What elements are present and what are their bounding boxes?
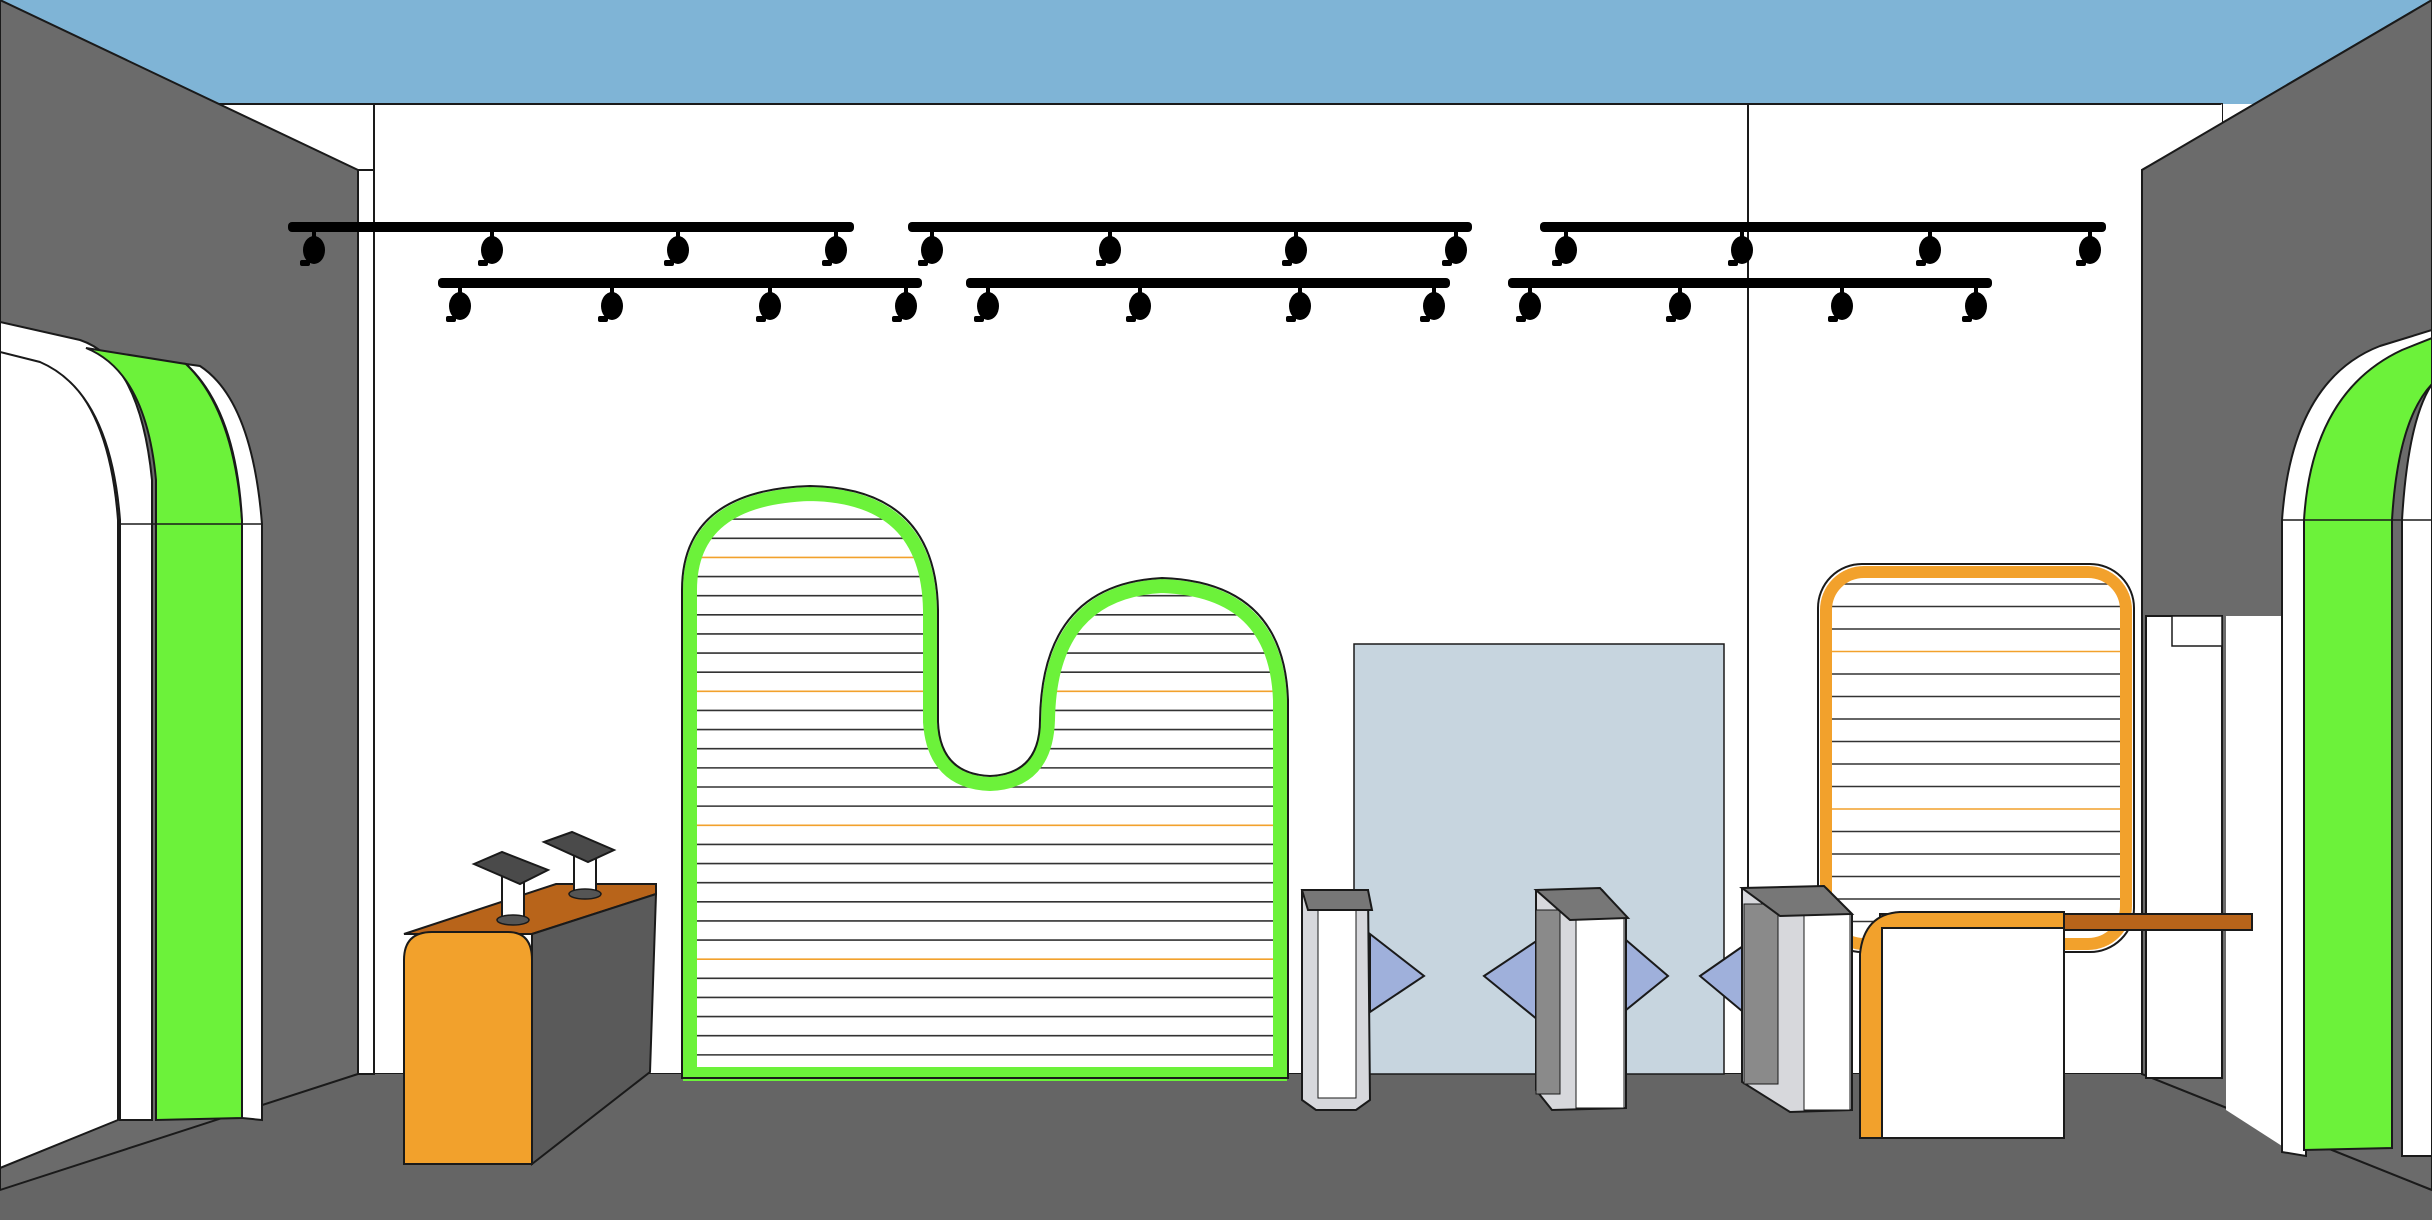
spotlight-lens <box>1282 260 1292 266</box>
store-entrance-scene <box>0 0 2432 1220</box>
spotlight-lens <box>1552 260 1562 266</box>
turnstile-left-top <box>1300 889 1374 911</box>
spotlight-lens <box>1096 260 1106 266</box>
spotlight-icon <box>667 236 689 264</box>
spotlight-lens <box>300 260 310 266</box>
spotlight-icon <box>1519 292 1541 320</box>
light-track-3 <box>1540 222 2106 232</box>
spotlight-icon <box>1919 236 1941 264</box>
spotlight-lens <box>892 316 902 322</box>
spotlight-icon <box>449 292 471 320</box>
turnstile-right-panel <box>1743 903 1779 1085</box>
spotlight-lens <box>974 316 984 322</box>
spotlight-lens <box>822 260 832 266</box>
spotlight-icon <box>1423 292 1445 320</box>
spotlight-icon <box>825 236 847 264</box>
right-door-inner <box>2171 615 2223 647</box>
turnstile-center-panel <box>1535 909 1561 1095</box>
light-track-4 <box>438 278 922 288</box>
left-arch-opening <box>0 348 119 1170</box>
spotlight-lens <box>598 316 608 322</box>
sky <box>0 0 2432 104</box>
spotlight-icon <box>1669 292 1691 320</box>
spotlight-icon <box>601 292 623 320</box>
spotlight-lens <box>1916 260 1926 266</box>
small-shutter-background <box>1826 572 2126 944</box>
spotlight-icon <box>1129 292 1151 320</box>
service-counter-body <box>1881 927 2065 1139</box>
kiosk-1-base <box>496 914 530 926</box>
spotlight-icon <box>1731 236 1753 264</box>
spotlight-lens <box>1126 316 1136 322</box>
spotlight-icon <box>2079 236 2101 264</box>
spotlight-lens <box>1420 316 1430 322</box>
spotlight-lens <box>1962 316 1972 322</box>
light-track-2 <box>908 222 1472 232</box>
spotlight-lens <box>1516 316 1526 322</box>
spotlight-icon <box>481 236 503 264</box>
spotlight-lens <box>1442 260 1452 266</box>
light-track-5 <box>966 278 1450 288</box>
spotlight-icon <box>1285 236 1307 264</box>
spotlight-lens <box>446 316 456 322</box>
spotlight-icon <box>977 292 999 320</box>
spotlight-lens <box>664 260 674 266</box>
spotlight-icon <box>1099 236 1121 264</box>
turnstile-left-panel <box>1317 901 1357 1099</box>
spotlight-icon <box>1965 292 1987 320</box>
spotlight-icon <box>921 236 943 264</box>
spotlight-lens <box>918 260 928 266</box>
right-door-frame <box>2145 615 2223 1079</box>
spotlight-icon <box>895 292 917 320</box>
spotlight-lens <box>1728 260 1738 266</box>
spotlight-lens <box>1666 316 1676 322</box>
light-track-6 <box>1508 278 1992 288</box>
kiosk-2-base <box>568 888 602 900</box>
right-door-jamb <box>2226 616 2282 1146</box>
spotlight-icon <box>759 292 781 320</box>
light-track-1 <box>288 222 854 232</box>
turnstile-right-face <box>1803 913 1851 1111</box>
spotlight-icon <box>1555 236 1577 264</box>
spotlight-lens <box>478 260 488 266</box>
spotlight-icon <box>1445 236 1467 264</box>
floor <box>0 1074 2432 1220</box>
spotlight-lens <box>2076 260 2086 266</box>
counter-front <box>403 931 533 1165</box>
spotlight-lens <box>756 316 766 322</box>
spotlight-icon <box>1289 292 1311 320</box>
turnstile-center-face <box>1575 917 1625 1109</box>
spotlight-icon <box>303 236 325 264</box>
spotlight-lens <box>1828 316 1838 322</box>
spotlight-lens <box>1286 316 1296 322</box>
spotlight-icon <box>1831 292 1853 320</box>
right-arch-inner-frame <box>2401 382 2432 1157</box>
left-wall-edge <box>357 169 375 1075</box>
